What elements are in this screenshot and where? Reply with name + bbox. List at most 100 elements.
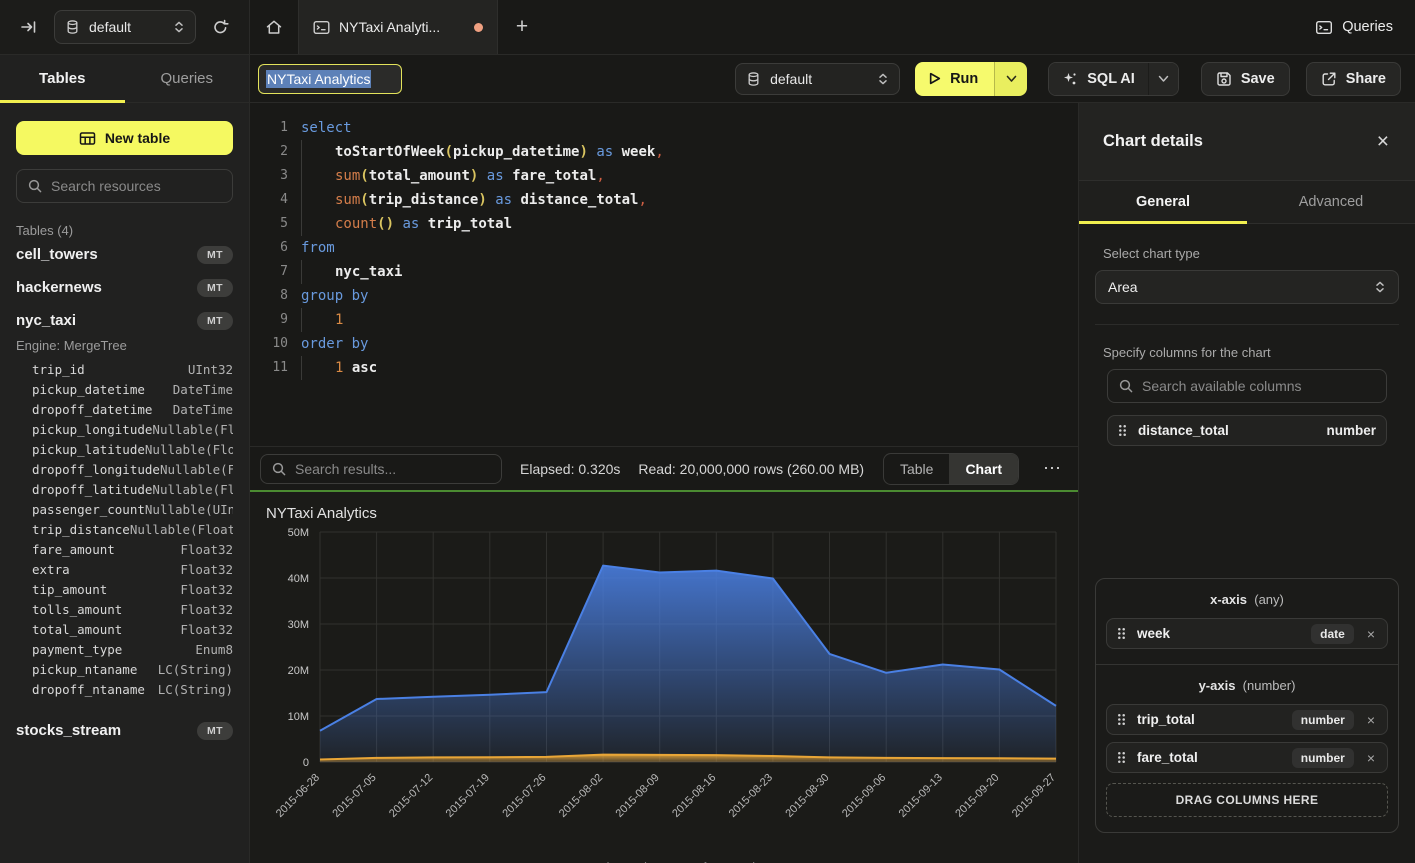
column-search[interactable] bbox=[1107, 369, 1387, 403]
sql-editor[interactable]: 1select2toStartOfWeek(pickup_datetime) a… bbox=[250, 103, 1078, 446]
remove-column-button[interactable]: × bbox=[1365, 751, 1377, 765]
more-options-button[interactable]: ⋯ bbox=[1037, 458, 1068, 479]
database-icon bbox=[65, 19, 80, 35]
query-title-input[interactable]: NYTaxi Analytics bbox=[258, 64, 402, 94]
table-item-stocks_stream[interactable]: stocks_streamMT bbox=[16, 714, 233, 747]
table-name: hackernews bbox=[16, 279, 102, 296]
remove-column-button[interactable]: × bbox=[1365, 627, 1377, 641]
column-name: pickup_latitude bbox=[32, 440, 145, 460]
column-row: trip_distanceNullable(Float bbox=[32, 520, 233, 540]
table-item-nyc_taxi[interactable]: nyc_taxiMT bbox=[16, 304, 233, 337]
resource-search[interactable] bbox=[16, 169, 233, 203]
code-line: 111 asc bbox=[250, 356, 1078, 380]
x-axis-tick: 2015-09-20 bbox=[953, 772, 1001, 820]
columns-section: Specify columns for the chart distance_t… bbox=[1095, 324, 1399, 446]
line-number: 9 bbox=[250, 308, 288, 332]
refresh-button[interactable] bbox=[208, 15, 233, 40]
tab-nytaxi-analytics[interactable]: NYTaxi Analyti... bbox=[298, 0, 498, 54]
view-toggle-chart[interactable]: Chart bbox=[949, 454, 1018, 484]
column-type-badge: date bbox=[1311, 624, 1354, 644]
chart-panel: NYTaxi Analytics 010M20M30M40M50M2015-06… bbox=[250, 492, 1078, 863]
sidebar-content: New table Tables (4) cell_towersMThacker… bbox=[0, 103, 249, 863]
view-toggle-table[interactable]: Table bbox=[884, 454, 949, 484]
column-row: trip_idUInt32 bbox=[32, 360, 233, 380]
column-type: Float32 bbox=[180, 560, 233, 580]
table-name: cell_towers bbox=[16, 246, 98, 263]
column-row: tolls_amountFloat32 bbox=[32, 600, 233, 620]
chart-type-select[interactable]: Area bbox=[1095, 270, 1399, 304]
y-axis-tick: 30M bbox=[288, 619, 309, 631]
run-options-button[interactable] bbox=[994, 62, 1027, 96]
y-axis-chip-fare_total[interactable]: fare_totalnumber× bbox=[1106, 742, 1388, 773]
new-tab-button[interactable]: + bbox=[498, 0, 546, 54]
column-search-input[interactable] bbox=[1142, 378, 1376, 394]
column-name: payment_type bbox=[32, 640, 122, 660]
read-stat: Read: 20,000,000 rows (260.00 MB) bbox=[638, 461, 864, 477]
share-button[interactable]: Share bbox=[1306, 62, 1401, 96]
tab-title: NYTaxi Analyti... bbox=[339, 19, 465, 35]
sidebar-tab-tables[interactable]: Tables bbox=[0, 55, 125, 102]
play-icon bbox=[929, 72, 941, 85]
queries-button[interactable]: Queries bbox=[1315, 0, 1393, 54]
chart-type-value: Area bbox=[1108, 279, 1138, 295]
results-search[interactable] bbox=[260, 454, 502, 484]
table-item-hackernews[interactable]: hackernews MT bbox=[16, 271, 233, 304]
remove-column-button[interactable]: × bbox=[1365, 713, 1377, 727]
column-row: tip_amountFloat32 bbox=[32, 580, 233, 600]
ellipsis-icon: ⋯ bbox=[1043, 458, 1062, 478]
new-table-button[interactable]: New table bbox=[16, 121, 233, 155]
x-axis-chips: weekdate× bbox=[1106, 618, 1388, 649]
area-chart[interactable]: 010M20M30M40M50M2015-06-282015-07-052015… bbox=[264, 526, 1064, 856]
code-line: 4sum(trip_distance) as distance_total, bbox=[250, 188, 1078, 212]
elapsed-stat: Elapsed: 0.320s bbox=[520, 461, 620, 477]
y-axis-tick: 0 bbox=[303, 757, 309, 769]
database-selector[interactable]: default bbox=[54, 10, 196, 44]
database-icon bbox=[746, 71, 761, 87]
table-item-cell_towers[interactable]: cell_towersMT bbox=[16, 238, 233, 271]
tab-modified-dot bbox=[474, 23, 483, 32]
column-name: dropoff_datetime bbox=[32, 400, 152, 420]
column-name: pickup_datetime bbox=[32, 380, 145, 400]
column-type: Nullable(Flo bbox=[145, 440, 233, 460]
chart-details-header: Chart details × bbox=[1079, 103, 1415, 181]
save-icon bbox=[1216, 71, 1232, 87]
chevron-updown-icon bbox=[173, 20, 185, 34]
available-column-distance-total[interactable]: distance_total number bbox=[1107, 415, 1387, 446]
chart-type-label: Select chart type bbox=[1103, 246, 1399, 261]
y-axis-chip-trip_total[interactable]: trip_totalnumber× bbox=[1106, 704, 1388, 735]
sql-ai-button[interactable]: SQL AI bbox=[1049, 63, 1148, 95]
sidebar-tabs: Tables Queries bbox=[0, 55, 249, 103]
chart-details-title: Chart details bbox=[1103, 132, 1203, 151]
code-text: count() as trip_total bbox=[288, 212, 512, 236]
code-text: nyc_taxi bbox=[288, 260, 402, 284]
tab-general[interactable]: General bbox=[1079, 181, 1247, 223]
home-tab[interactable] bbox=[250, 0, 298, 54]
x-axis-chip-week[interactable]: weekdate× bbox=[1106, 618, 1388, 649]
collapse-sidebar-button[interactable] bbox=[16, 15, 42, 39]
column-row: dropoff_longitudeNullable(F bbox=[32, 460, 233, 480]
run-button[interactable]: Run bbox=[915, 62, 994, 96]
column-type: Nullable(Fl bbox=[152, 480, 233, 500]
tables-section-label: Tables (4) bbox=[16, 223, 233, 238]
save-button[interactable]: Save bbox=[1201, 62, 1290, 96]
results-search-input[interactable] bbox=[295, 461, 491, 477]
new-table-label: New table bbox=[105, 130, 170, 146]
table-name: stocks_stream bbox=[16, 722, 121, 739]
refresh-icon bbox=[212, 19, 229, 36]
column-row: extraFloat32 bbox=[32, 560, 233, 580]
close-panel-button[interactable]: × bbox=[1377, 131, 1389, 152]
drag-columns-dropzone[interactable]: DRAG COLUMNS HERE bbox=[1106, 783, 1388, 817]
table-engine: Engine: MergeTree bbox=[16, 338, 233, 353]
sidebar-tab-queries[interactable]: Queries bbox=[125, 55, 250, 102]
run-button-group: Run bbox=[915, 62, 1027, 96]
tab-advanced[interactable]: Advanced bbox=[1247, 181, 1415, 223]
query-database-selector[interactable]: default bbox=[735, 63, 900, 95]
column-row: total_amountFloat32 bbox=[32, 620, 233, 640]
code-line: 6from bbox=[250, 236, 1078, 260]
resource-search-input[interactable] bbox=[51, 178, 222, 194]
query-title-value: NYTaxi Analytics bbox=[266, 70, 371, 88]
sparkles-icon bbox=[1062, 71, 1078, 87]
engine-badge: MT bbox=[197, 279, 233, 297]
sql-ai-options-button[interactable] bbox=[1148, 63, 1178, 95]
line-number: 7 bbox=[250, 260, 288, 284]
